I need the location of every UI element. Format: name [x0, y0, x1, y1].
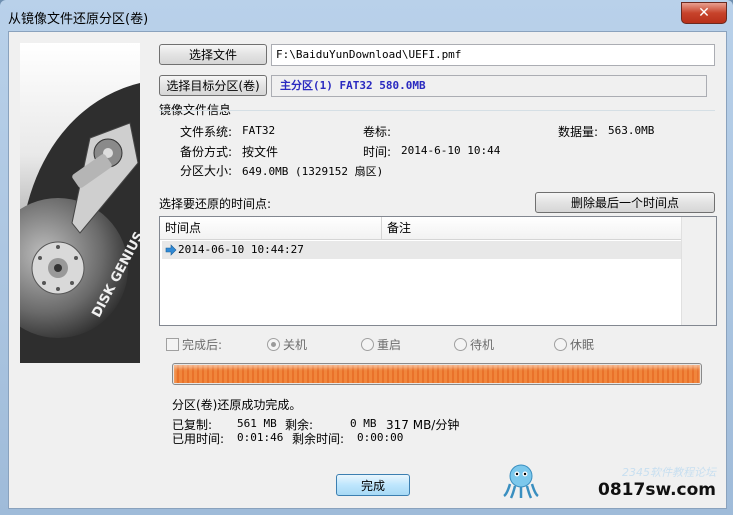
partition-size-label: 分区大小:	[180, 164, 233, 178]
dialog-client: DISK GENIUS 选择文件 F:\BaiduYunDownload\UEF…	[8, 31, 727, 509]
after-label: 完成后:	[182, 338, 223, 352]
remaining-value: 0 MB	[350, 417, 377, 430]
radio-label: 重启	[377, 338, 402, 352]
backup-mode-value: 按文件	[242, 145, 279, 159]
radio-standby[interactable]: 待机	[454, 336, 494, 353]
dialog-window: 从镜像文件还原分区(卷) ✕ DISK GENIUS 选择文件 F:\Baidu…	[0, 0, 733, 515]
fs-value: FAT32	[242, 124, 276, 137]
list-scroll-area	[681, 217, 716, 325]
disk-genius-artwork: DISK GENIUS	[20, 43, 140, 363]
octopus-mascot-icon	[503, 464, 539, 499]
delete-last-point-button[interactable]: 删除最后一个时间点	[535, 192, 715, 213]
fs-label: 文件系统:	[180, 125, 233, 139]
site-watermark-text: 0817sw.com	[598, 480, 716, 500]
restore-point-list[interactable]: 时间点 备注 2014-06-10 10:44:27	[159, 216, 717, 326]
radio-dot	[554, 338, 567, 351]
volume-label-label: 卷标:	[363, 125, 392, 139]
data-size-value: 563.0MB	[608, 124, 655, 137]
restore-point-label: 选择要还原的时间点:	[159, 197, 272, 211]
elapsed-label: 已用时间:	[172, 432, 225, 446]
progress-fill	[174, 365, 700, 383]
time-label: 时间:	[363, 145, 392, 159]
radio-hibernate[interactable]: 休眠	[554, 336, 594, 353]
elapsed-value: 0:01:46	[237, 431, 284, 444]
radio-shutdown[interactable]: 关机	[267, 336, 307, 353]
hard-disk-icon: DISK GENIUS	[20, 43, 140, 363]
arrow-right-icon	[165, 244, 177, 256]
column-header-note[interactable]: 备注	[382, 217, 682, 239]
column-header-time[interactable]: 时间点	[160, 217, 382, 239]
radio-label: 关机	[283, 338, 308, 352]
radio-label: 休眠	[570, 338, 595, 352]
backup-mode-label: 备份方式:	[180, 145, 233, 159]
remaining-time-label: 剩余时间:	[292, 432, 345, 446]
select-target-partition-button[interactable]: 选择目标分区(卷)	[159, 75, 267, 96]
forum-watermark: 2345软件教程论坛	[622, 466, 716, 479]
radio-label: 待机	[470, 338, 495, 352]
radio-dot	[361, 338, 374, 351]
radio-dot	[454, 338, 467, 351]
data-size-label: 数据量:	[558, 125, 599, 139]
image-file-path-field[interactable]: F:\BaiduYunDownload\UEFI.pmf	[271, 44, 715, 66]
title-bar[interactable]: 从镜像文件还原分区(卷) ✕	[0, 0, 733, 32]
window-title: 从镜像文件还原分区(卷)	[8, 12, 149, 27]
list-header: 时间点 备注	[160, 217, 682, 240]
finish-button[interactable]: 完成	[336, 474, 410, 496]
time-value: 2014-6-10 10:44	[401, 144, 501, 157]
remaining-time-value: 0:00:00	[357, 431, 404, 444]
status-message: 分区(卷)还原成功完成。	[172, 398, 302, 412]
restore-point-time: 2014-06-10 10:44:27	[178, 243, 304, 256]
restore-progress-bar	[172, 363, 702, 385]
partition-size-value: 649.0MB (1329152 扇区)	[242, 165, 384, 178]
select-file-button[interactable]: 选择文件	[159, 44, 267, 65]
after-completion-checkbox[interactable]: 完成后:	[166, 336, 222, 353]
radio-dot	[267, 338, 280, 351]
target-partition-field: 主分区(1) FAT32 580.0MB	[271, 75, 707, 97]
close-button[interactable]: ✕	[681, 2, 727, 24]
checkbox-box	[166, 338, 179, 351]
list-item[interactable]: 2014-06-10 10:44:27	[162, 241, 682, 259]
radio-restart[interactable]: 重启	[361, 336, 401, 353]
copied-value: 561 MB	[237, 417, 277, 430]
